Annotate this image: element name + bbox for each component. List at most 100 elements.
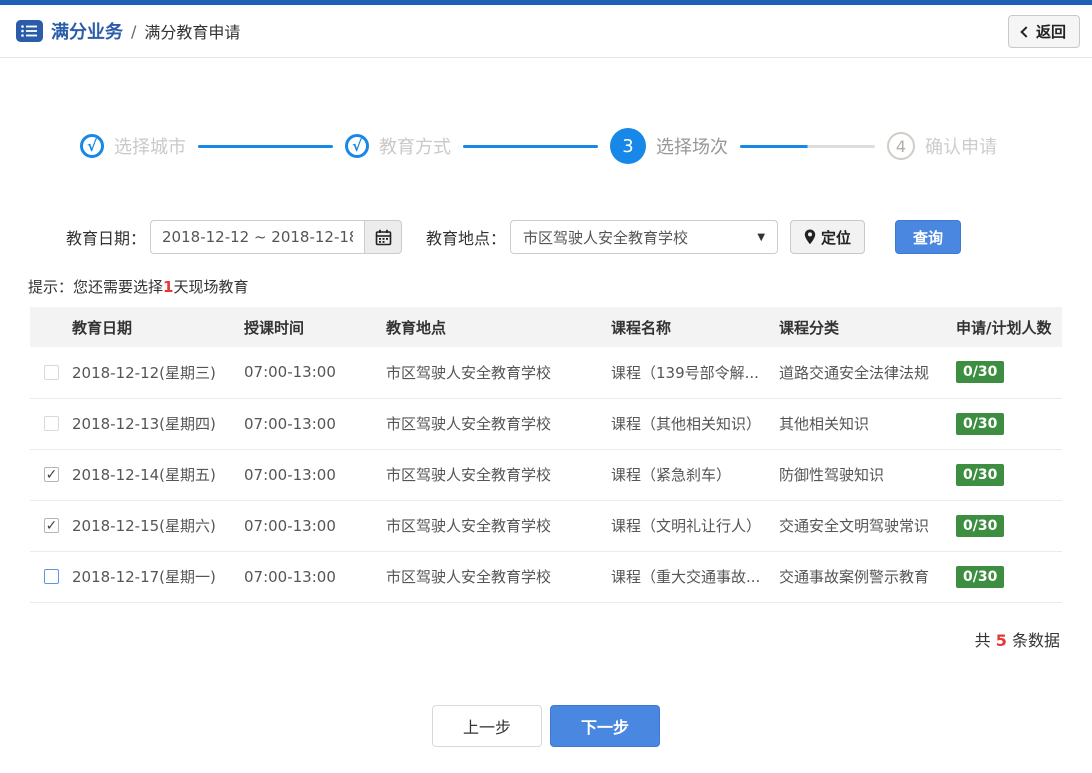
step-connector-2 xyxy=(463,144,598,148)
count-prefix: 共 xyxy=(974,630,991,650)
cell-class-time: 07:00-13:00 xyxy=(244,398,386,450)
cell-education-date: 2018-12-13(星期四) xyxy=(72,398,244,450)
step-2-education-mode: √ 教育方式 xyxy=(345,133,451,159)
cell-education-date: 2018-12-17(星期一) xyxy=(72,551,244,603)
previous-step-button[interactable]: 上一步 xyxy=(432,704,542,747)
cell-course-name: 课程（文明礼让行人） xyxy=(611,500,779,552)
step-3-label: 选择场次 xyxy=(656,137,728,158)
page-title: 满分教育申请 xyxy=(144,23,241,42)
cell-course-category: 其他相关知识 xyxy=(779,398,956,450)
cell-course-name: 课程（紧急刹车） xyxy=(611,449,779,501)
breadcrumb-separator: / xyxy=(131,21,137,41)
cell-class-time: 07:00-13:00 xyxy=(244,551,386,603)
count-badge: 0/30 xyxy=(956,412,1005,435)
table-row[interactable]: ✓ 2018-12-15(星期六) 07:00-13:00 市区驾驶人安全教育学… xyxy=(30,500,1062,552)
back-button[interactable]: 返回 xyxy=(1007,14,1080,48)
step-2-check-icon: √ xyxy=(345,134,369,158)
session-table-header: 教育日期 授课时间 教育地点 课程名称 课程分类 申请/计划人数 xyxy=(30,307,1062,347)
chevron-down-icon: ▼ xyxy=(757,231,766,243)
record-count: 共 5 条数据 xyxy=(0,627,1092,651)
cell-education-date: 2018-12-14(星期五) xyxy=(72,449,244,501)
table-row[interactable]: 2018-12-13(星期四) 07:00-13:00 市区驾驶人安全教育学校 … xyxy=(30,398,1062,450)
hint-suffix: 天现场教育 xyxy=(173,278,249,296)
count-badge: 0/30 xyxy=(956,514,1005,537)
session-table: 教育日期 授课时间 教育地点 课程名称 课程分类 申请/计划人数 2018-12… xyxy=(30,307,1062,603)
cell-education-date: 2018-12-15(星期六) xyxy=(72,500,244,552)
next-step-button[interactable]: 下一步 xyxy=(550,704,660,747)
date-range-group xyxy=(150,220,403,254)
col-applied-planned: 申请/计划人数 xyxy=(956,307,1062,347)
cell-class-time: 07:00-13:00 xyxy=(244,500,386,552)
cell-course-category: 道路交通安全法律法规 xyxy=(779,347,956,399)
step-1-label: 选择城市 xyxy=(114,137,186,158)
cell-course-name: 课程（139号部令解... xyxy=(611,347,779,399)
hint-prefix: 提示：您还需要选择 xyxy=(28,278,164,296)
row-checkbox[interactable] xyxy=(44,416,59,431)
location-pin-icon xyxy=(804,229,816,245)
cell-education-date: 2018-12-12(星期三) xyxy=(72,347,244,399)
education-date-label: 教育日期： xyxy=(66,229,147,248)
cell-education-location: 市区驾驶人安全教育学校 xyxy=(386,449,611,501)
cell-education-location: 市区驾驶人安全教育学校 xyxy=(386,398,611,450)
count-badge: 0/30 xyxy=(956,565,1005,588)
row-checkbox[interactable]: ✓ xyxy=(44,518,59,533)
location-select[interactable]: 市区驾驶人安全教育学校 ▼ xyxy=(510,220,779,254)
breadcrumb-list-icon xyxy=(16,20,43,42)
step-indicator: √ 选择城市 √ 教育方式 3 选择场次 4 确认申请 xyxy=(0,128,1092,164)
cell-course-category: 交通事故案例警示教育 xyxy=(779,551,956,603)
table-row[interactable]: 2018-12-12(星期三) 07:00-13:00 市区驾驶人安全教育学校 … xyxy=(30,347,1062,399)
table-row[interactable]: 2018-12-17(星期一) 07:00-13:00 市区驾驶人安全教育学校 … xyxy=(30,551,1062,603)
step-4-number: 4 xyxy=(887,132,915,160)
step-4-confirm-application: 4 确认申请 xyxy=(887,132,997,160)
cell-course-name: 课程（其他相关知识） xyxy=(611,398,779,450)
col-education-location: 教育地点 xyxy=(386,307,611,347)
row-checkbox[interactable]: ✓ xyxy=(44,467,59,482)
table-row[interactable]: ✓ 2018-12-14(星期五) 07:00-13:00 市区驾驶人安全教育学… xyxy=(30,449,1062,501)
col-education-date: 教育日期 xyxy=(72,307,244,347)
back-button-label: 返回 xyxy=(1035,23,1066,41)
col-course-name: 课程名称 xyxy=(611,307,779,347)
row-checkbox[interactable] xyxy=(44,569,59,584)
cell-education-location: 市区驾驶人安全教育学校 xyxy=(386,347,611,399)
col-checkbox xyxy=(30,307,72,347)
step-connector-3 xyxy=(740,144,875,148)
cell-education-location: 市区驾驶人安全教育学校 xyxy=(386,500,611,552)
step-1-check-icon: √ xyxy=(80,134,104,158)
location-select-value: 市区驾驶人安全教育学校 xyxy=(523,228,689,247)
col-course-category: 课程分类 xyxy=(779,307,956,347)
chevron-left-icon xyxy=(1020,25,1032,38)
count-badge: 0/30 xyxy=(956,361,1005,384)
count-value: 5 xyxy=(995,630,1007,650)
hint-days-remaining: 1 xyxy=(163,278,174,296)
hint-text: 提示：您还需要选择1天现场教育 xyxy=(28,276,1092,297)
session-table-body: 2018-12-12(星期三) 07:00-13:00 市区驾驶人安全教育学校 … xyxy=(30,347,1062,603)
page-header: 满分业务 / 满分教育申请 返回 xyxy=(0,5,1092,58)
count-badge: 0/30 xyxy=(956,463,1005,486)
cell-education-location: 市区驾驶人安全教育学校 xyxy=(386,551,611,603)
cell-course-category: 防御性驾驶知识 xyxy=(779,449,956,501)
locate-button-label: 定位 xyxy=(821,229,852,247)
cell-course-name: 课程（重大交通事故... xyxy=(611,551,779,603)
calendar-button[interactable] xyxy=(364,220,403,254)
step-connector-1 xyxy=(198,144,333,148)
breadcrumb: 满分业务 / 满分教育申请 xyxy=(16,18,240,44)
step-3-select-session: 3 选择场次 xyxy=(610,128,728,164)
search-button[interactable]: 查询 xyxy=(895,220,962,254)
education-location-label: 教育地点： xyxy=(426,229,507,248)
date-range-input[interactable] xyxy=(150,220,365,254)
calendar-icon xyxy=(375,229,391,245)
locate-button[interactable]: 定位 xyxy=(790,220,866,254)
step-1-select-city: √ 选择城市 xyxy=(80,133,186,159)
cell-class-time: 07:00-13:00 xyxy=(244,449,386,501)
wizard-actions: 上一步 下一步 xyxy=(0,704,1092,747)
step-4-label: 确认申请 xyxy=(925,137,997,158)
cell-class-time: 07:00-13:00 xyxy=(244,347,386,399)
count-suffix: 条数据 xyxy=(1011,630,1060,650)
cell-course-category: 交通安全文明驾驶常识 xyxy=(779,500,956,552)
step-2-label: 教育方式 xyxy=(379,137,451,158)
filter-bar: 教育日期： 教育地点： 市区驾驶人安全教育学校 ▼ 定位 查询 xyxy=(0,220,1092,254)
breadcrumb-section[interactable]: 满分业务 xyxy=(51,18,123,44)
step-3-number: 3 xyxy=(610,128,646,164)
col-class-time: 授课时间 xyxy=(244,307,386,347)
row-checkbox[interactable] xyxy=(44,364,59,380)
